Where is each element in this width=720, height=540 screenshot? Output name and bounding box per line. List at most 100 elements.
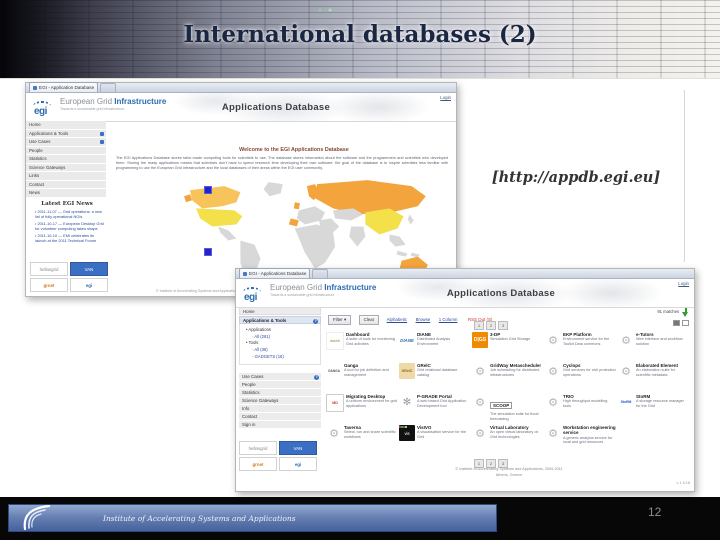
sidebar-item-info[interactable]: Info [239,405,321,413]
app-item[interactable]: ⚙ Cyclops Grid services for civil protecti… [545,362,618,393]
sidebar-item-contact[interactable]: Contact [239,413,321,421]
app-item[interactable]: ⚙ Workstation engineering service A generi… [545,424,618,455]
tree-item-tools-all[interactable]: All (36) [246,347,318,354]
alphabetic-link[interactable]: Alphabetic [387,317,408,322]
sidebar-item-science-gateways[interactable]: Science Gateways [239,397,321,405]
institute-name: Institute of Accelerating Systems and Ap… [103,513,296,523]
tab-title: EGI - Application Database [39,85,95,90]
browser-tab[interactable]: EGI - Application Database [29,82,99,92]
app-description: High throughput modelling tools [563,399,608,409]
sidebar-item-use-cases[interactable]: Use Cases? [239,373,321,381]
map-marker-icon [204,186,212,194]
login-link[interactable]: Login [440,95,451,100]
app-description: Select, run and share scientific workflo… [344,430,396,440]
sidebar-item-use-cases[interactable]: Use Cases [26,138,106,147]
help-icon[interactable]: ? [314,374,319,380]
site-footer: © Institute of Accelerating Systems and … [326,467,692,478]
one-column-link[interactable]: 1 Column [439,317,458,322]
sidebar-item-sign-in[interactable]: Sign in [239,421,321,429]
app-description: A suite of tools for monitoring Grid act… [346,337,395,347]
sidebar-item-home[interactable]: Home [26,121,106,130]
tree-item-applications[interactable]: Applications [246,327,318,334]
main-content: Filter ▾ Clear Alphabetic Browse 1 Colum… [326,307,692,491]
news-item[interactable]: 2011-11-07 — Grid operations: a new list… [35,209,104,219]
sidebar-item-statistics[interactable]: Statistics [26,155,106,164]
app-item[interactable]: GANGA Ganga A tool for job definition and … [326,362,399,393]
new-tab-button[interactable] [100,83,117,92]
sidebar-nav: Home Applications & Tools ? Applications… [239,307,321,471]
grnet-logo[interactable]: grnet [30,278,68,292]
grnet-logo[interactable]: grnet [239,457,277,471]
download-icon[interactable] [682,308,689,318]
app-item[interactable]: ⚙ e-Tutors Web interface and workflow solu… [618,331,691,362]
sidebar-item-home[interactable]: Home [239,307,321,315]
browser-tab[interactable]: EGI - Applications Database [239,268,311,278]
list-view-icon[interactable] [682,320,689,326]
sidebar-item-links[interactable]: Links [26,172,106,181]
hellasgrid-logo[interactable]: hellasgrid [239,441,277,455]
filter-dropdown[interactable]: Filter ▾ [328,315,352,325]
sidebar-item-people[interactable]: People [26,146,106,155]
page-title: Applications Database [446,288,556,299]
app-item[interactable]: ⚙ Virtual Laboratory An open virtual labor… [472,424,545,455]
app-item[interactable]: ⚙ Taverna Select, run and share scientific… [326,424,399,455]
app-icon: ✻ [402,396,412,408]
help-icon [100,140,104,144]
app-item[interactable]: ⚙ TRIO High throughput modelling tools [545,393,618,424]
app-item-selected[interactable]: ⚙ SCOOP The simulation suite for flood for… [472,393,545,424]
app-item[interactable]: GRelC GRelC Grid relational database catal… [399,362,472,393]
app-item[interactable]: ✻ P-GRADE Portal A web based Grid Applicat… [399,393,472,424]
egi-partner-logo[interactable]: egi [279,457,317,471]
app-description: The simulation suite for flood forecasti… [490,412,539,421]
app-item[interactable]: MD Migrating Desktop A uniform environment… [326,393,399,424]
app-description: A visualisation service for the Grid [417,430,466,440]
tree-item-applications-all[interactable]: All (261) [246,334,318,341]
app-icon: ⚙ [621,334,631,347]
partner-logos: hellasgrid VAN grnet egi [30,262,108,292]
page-button[interactable]: 3 [498,321,508,330]
new-tab-button[interactable] [312,269,329,278]
news-item[interactable]: 2011-10-10 — EMI celebrates its launch a… [35,233,104,243]
sidebar-section-applications-tools[interactable]: Applications & Tools ? [239,316,321,324]
browse-link[interactable]: Browse [416,317,431,322]
app-item[interactable]: DIANE DIANE Distributed Analysis Environme… [399,331,472,362]
hellasgrid-logo[interactable]: hellasgrid [30,262,68,276]
footer-location: Athens, Greece [495,472,523,477]
sidebar-item-contact[interactable]: Contact [26,180,106,189]
sidebar-item-people[interactable]: People [239,381,321,389]
app-item[interactable]: ⚙ Elaborated Element An elaboration suite … [618,362,691,393]
version-label: v 1.9.18 [676,481,690,485]
news-item[interactable]: 2011-10-17 — European Desktop Grid for v… [35,221,104,231]
slide-footer-bar: Institute of Accelerating Systems and Ap… [8,504,497,532]
tree-item-gadgets[interactable]: GADGETS (16) [246,354,318,361]
app-item[interactable]: StoRM StoRM A storage resource manager for… [618,393,691,424]
app-icon: ⚙ [548,396,558,409]
sidebar-item-science-gateways[interactable]: Science Gateways [26,163,106,172]
egi-partner-logo[interactable]: egi [70,278,108,292]
app-icon: ⚙ [475,427,485,440]
sidebar-item-applications-tools[interactable]: Applications & Tools [26,129,106,138]
login-link[interactable]: Login [678,281,689,286]
sidebar-item-statistics[interactable]: Statistics [239,389,321,397]
tree-item-tools[interactable]: Tools [246,340,318,347]
app-item[interactable]: ⚙ EKP Platform Environment service for the… [545,331,618,362]
app-item[interactable]: D|GS 3-DP Simulation Grid Storage [472,331,545,362]
help-icon[interactable]: ? [313,318,318,324]
clear-button[interactable]: Clear [358,315,380,325]
app-item[interactable]: dashb Dashboard A suite of tools for monit… [326,331,399,362]
brand-name-light: European Grid [270,283,323,292]
app-item[interactable]: vis VisIVO A visualisation service for the… [399,424,472,455]
app-name: Workstation engineering service [563,425,616,436]
page-button[interactable]: 1 [474,321,484,330]
app-item[interactable]: ⚙ GridWay Metascheduler Job scheduling for… [472,362,545,393]
van-logo[interactable]: VAN [70,262,108,276]
tab-title: EGI - Applications Database [249,271,307,276]
van-logo[interactable]: VAN [279,441,317,455]
browser-screenshot-appdb-list: EGI - Applications Database egi European… [235,268,695,492]
welcome-heading: Welcome to the EGI Applications Database [239,147,349,153]
news-list: 2011-11-07 — Grid operations: a new list… [28,209,106,243]
app-icon: ⚙ [621,365,631,378]
grid-view-icon[interactable] [673,320,680,326]
sidebar-item-news[interactable]: News [26,189,106,198]
page-button[interactable]: 2 [486,321,496,330]
